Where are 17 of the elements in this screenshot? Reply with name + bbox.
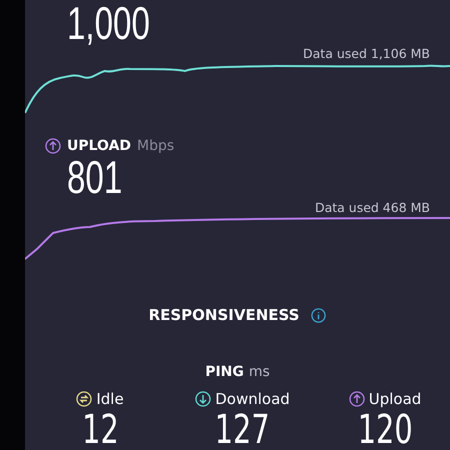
responsiveness-title: RESPONSIVENESS (148, 306, 300, 324)
ping-value: 12 (82, 410, 118, 450)
ping-label: Download (215, 390, 290, 408)
upload-speed: 801 (67, 154, 122, 200)
arrows-icon (76, 391, 92, 407)
info-icon[interactable] (311, 308, 326, 322)
upload-unit: Mbps (137, 138, 174, 154)
ping-unit: ms (248, 364, 270, 380)
ping-label: Idle (96, 390, 124, 408)
ping-label: Upload (368, 390, 422, 408)
upload-data-used: Data used 468 MB (314, 200, 430, 215)
download-data-used: Data used 1,106 MB (303, 46, 430, 61)
ping-label: PING (205, 364, 244, 380)
ping-value: 120 (358, 410, 412, 450)
download-speed: 1,000 (67, 0, 150, 46)
upload-label: UPLOAD (67, 138, 132, 154)
ping-value: 127 (215, 410, 270, 450)
